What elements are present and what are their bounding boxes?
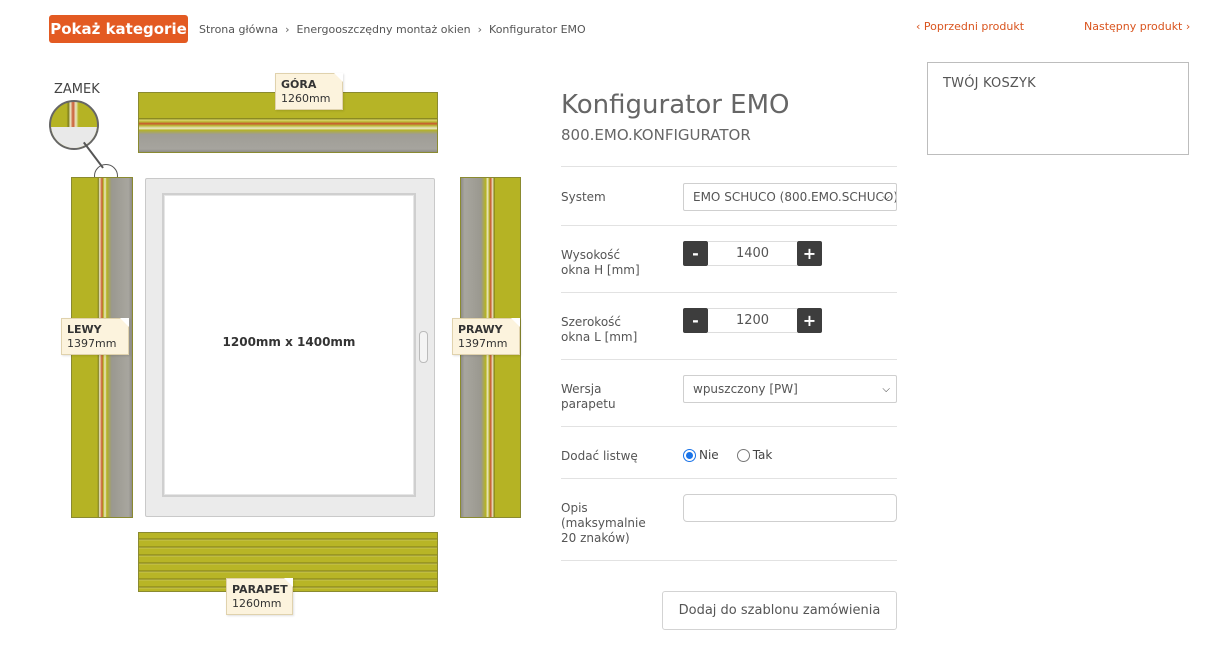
divider <box>561 426 897 427</box>
breadcrumb-separator: › <box>285 23 290 36</box>
left-tag-size: 1397mm <box>67 337 117 350</box>
right-tag-size: 1397mm <box>458 337 508 350</box>
product-sku: 800.EMO.KONFIGURATOR <box>561 126 751 144</box>
divider <box>561 292 897 293</box>
add-to-order-template-button[interactable]: Dodaj do szablonu zamówienia <box>662 591 897 630</box>
lock-zoom-icon <box>49 100 99 150</box>
height-input[interactable]: 1400 <box>708 241 797 266</box>
show-categories-button[interactable]: Pokaż kategorie <box>49 15 188 43</box>
product-title: Konfigurator EMO <box>561 90 790 120</box>
chevron-down-icon: ⌵ <box>882 384 890 395</box>
left-size-tag: LEWY 1397mm <box>61 318 129 355</box>
top-size-tag: GÓRA 1260mm <box>275 73 343 110</box>
divider <box>561 359 897 360</box>
divider <box>561 560 897 561</box>
breadcrumb-current: Konfigurator EMO <box>489 23 586 36</box>
sill-size-tag: PARAPET 1260mm <box>226 578 293 615</box>
next-product-link[interactable]: Następny produkt › <box>1084 20 1190 33</box>
radio-yes-label[interactable]: Tak <box>753 448 773 462</box>
sill-tag-name: PARAPET <box>232 583 288 596</box>
window-handle <box>419 331 428 363</box>
chevron-down-icon: ⌵ <box>882 192 890 203</box>
system-select[interactable]: EMO SCHUCO (800.EMO.SCHUCO) ⌵ <box>683 183 897 211</box>
top-tag-name: GÓRA <box>281 78 317 91</box>
width-input[interactable]: 1200 <box>708 308 797 333</box>
width-stepper: - 1200 + <box>683 308 823 333</box>
previous-product-link[interactable]: ‹ Poprzedni produkt <box>916 20 1024 33</box>
system-label: System <box>561 190 606 204</box>
add-strip-label: Dodać listwę <box>561 449 638 463</box>
left-tag-name: LEWY <box>67 323 102 336</box>
description-label: Opis (maksymalnie 20 znaków) <box>561 501 646 545</box>
breadcrumb-home[interactable]: Strona główna <box>199 23 278 36</box>
right-size-tag: PRAWY 1397mm <box>452 318 520 355</box>
add-strip-radio-group: Nie Tak <box>683 448 790 462</box>
width-label: Szerokość okna L [mm] <box>561 315 638 344</box>
height-label: Wysokość okna H [mm] <box>561 248 640 277</box>
cart-box: TWÓJ KOSZYK <box>927 62 1189 155</box>
divider <box>561 225 897 226</box>
cart-title: TWÓJ KOSZYK <box>943 76 1036 91</box>
breadcrumb-separator: › <box>477 23 483 36</box>
lock-label: ZAMEK <box>54 82 100 97</box>
breadcrumb: Strona główna › Energooszczędny montaż o… <box>199 23 586 36</box>
sill-tag-size: 1260mm <box>232 597 282 610</box>
sill-version-label: Wersja parapetu <box>561 382 616 411</box>
radio-no[interactable] <box>683 448 696 462</box>
height-decrease-button[interactable]: - <box>683 241 708 266</box>
width-increase-button[interactable]: + <box>797 308 822 333</box>
sill-version-select[interactable]: wpuszczony [PW] ⌵ <box>683 375 897 403</box>
top-tag-size: 1260mm <box>281 92 331 105</box>
width-decrease-button[interactable]: - <box>683 308 708 333</box>
sill-version-value: wpuszczony [PW] <box>693 382 798 396</box>
right-tag-name: PRAWY <box>458 323 503 336</box>
height-increase-button[interactable]: + <box>797 241 822 266</box>
radio-no-label[interactable]: Nie <box>699 448 719 462</box>
divider <box>561 478 897 479</box>
divider <box>561 166 897 167</box>
window-dimensions: 1200mm x 1400mm <box>222 335 356 349</box>
height-stepper: - 1400 + <box>683 241 823 266</box>
breadcrumb-category[interactable]: Energooszczędny montaż okien <box>296 23 470 36</box>
system-select-value: EMO SCHUCO (800.EMO.SCHUCO) <box>693 190 897 204</box>
description-input[interactable] <box>683 494 897 522</box>
radio-yes[interactable] <box>736 448 750 462</box>
